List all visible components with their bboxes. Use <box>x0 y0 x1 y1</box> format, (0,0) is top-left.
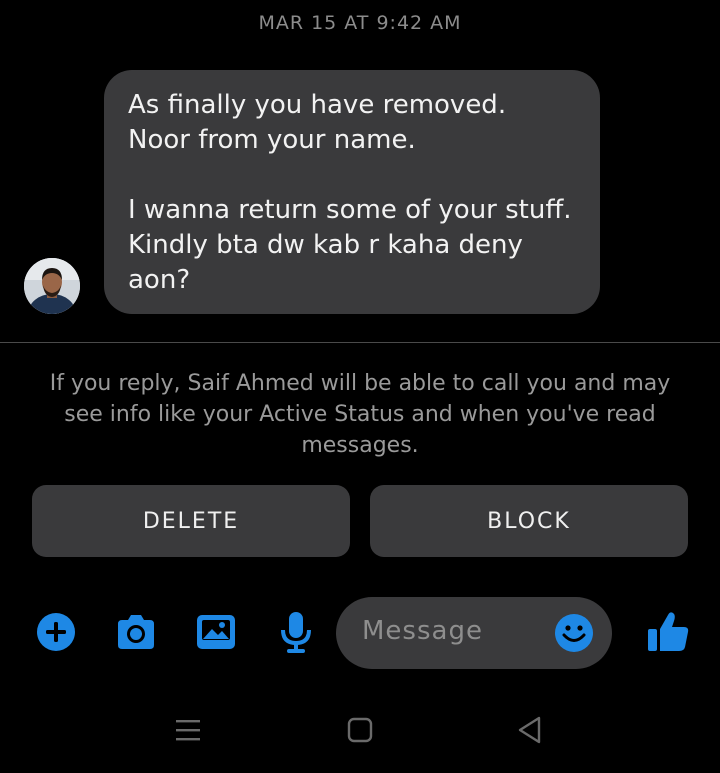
delete-button[interactable]: DELETE <box>32 485 350 557</box>
microphone-button[interactable] <box>274 610 318 654</box>
camera-button[interactable] <box>114 610 158 654</box>
like-button[interactable] <box>645 609 691 655</box>
back-icon <box>518 716 541 744</box>
message-request-notice: If you reply, Saif Ahmed will be able to… <box>49 371 671 458</box>
home-icon <box>347 717 373 743</box>
avatar-photo <box>24 258 80 314</box>
emoji-icon <box>555 614 593 652</box>
add-button[interactable] <box>34 610 78 654</box>
gallery-button[interactable] <box>194 610 238 654</box>
home-button[interactable] <box>342 712 378 748</box>
message-composer[interactable]: Message <box>336 597 612 669</box>
camera-icon <box>118 615 154 649</box>
thumbs-up-icon <box>648 612 689 651</box>
gallery-icon <box>197 615 235 649</box>
recent-apps-button[interactable] <box>170 712 206 748</box>
sender-avatar[interactable] <box>24 258 80 314</box>
microphone-icon <box>281 612 311 653</box>
divider <box>0 342 720 343</box>
add-icon <box>37 613 75 651</box>
back-button[interactable] <box>512 712 548 748</box>
message-bubble[interactable]: As finally you have removed. Noor from y… <box>104 70 600 314</box>
recent-apps-icon <box>176 720 200 741</box>
conversation-timestamp: MAR 15 AT 9:42 AM <box>258 12 462 34</box>
emoji-button[interactable] <box>554 613 594 653</box>
block-button[interactable]: BLOCK <box>370 485 688 557</box>
message-input[interactable]: Message <box>362 616 483 646</box>
